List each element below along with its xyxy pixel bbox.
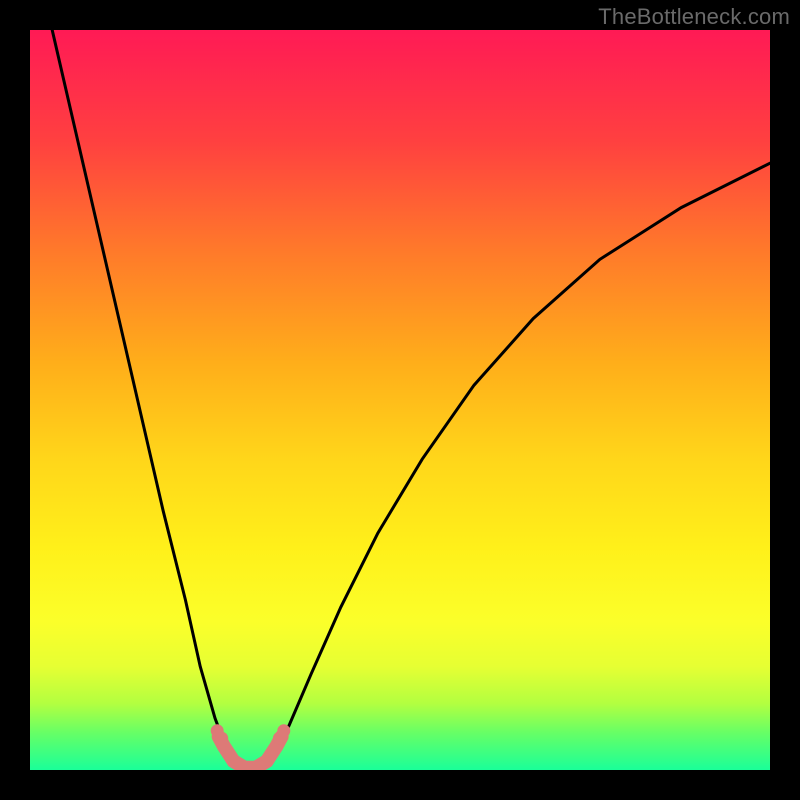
left-curve: [30, 30, 252, 770]
valley-dot: [215, 732, 228, 745]
chart-frame: TheBottleneck.com: [0, 0, 800, 800]
watermark-text: TheBottleneck.com: [598, 4, 790, 30]
plot-area: [30, 30, 770, 770]
valley-dots: [211, 724, 291, 744]
curve-layer: [30, 30, 770, 770]
valley-curve: [219, 737, 282, 768]
right-curve: [252, 163, 770, 770]
valley-dot: [277, 724, 290, 737]
